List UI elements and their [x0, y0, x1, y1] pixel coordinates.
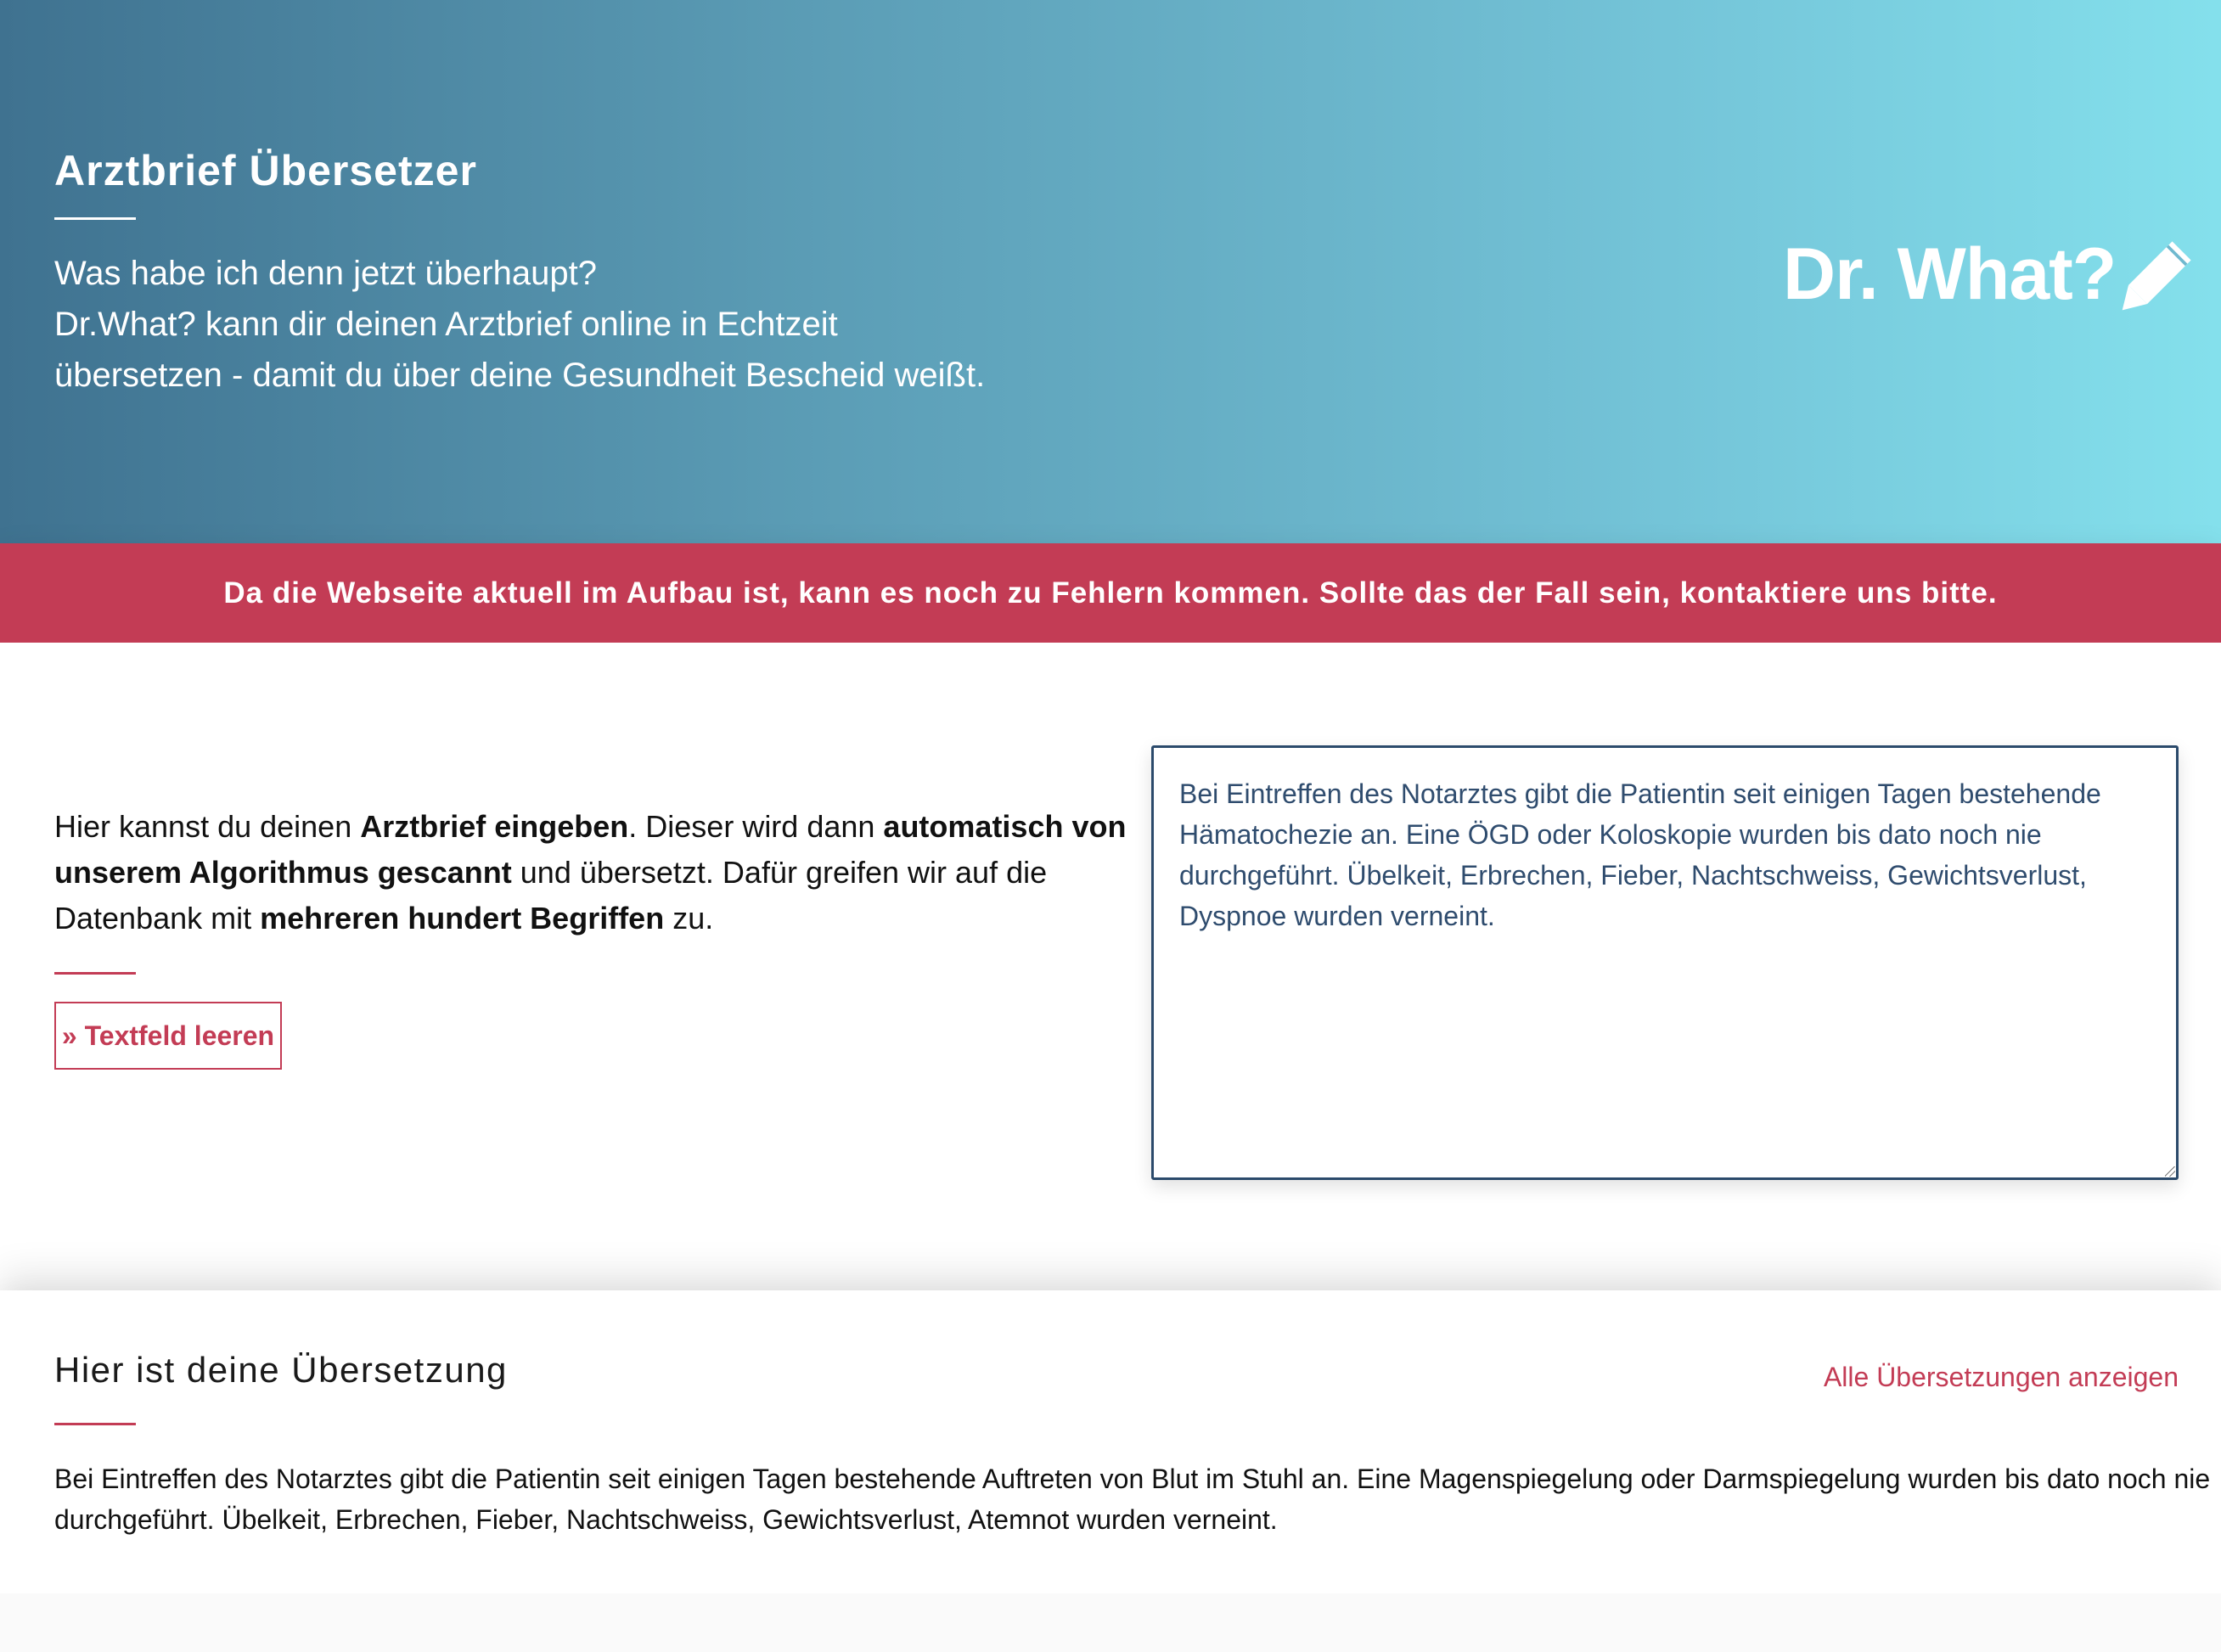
hero-line: Was habe ich denn jetzt überhaupt? — [54, 255, 597, 292]
translation-line: durchgeführt. Übelkeit, Erbrechen, Fiebe… — [54, 1504, 1278, 1535]
title-underline — [54, 217, 136, 220]
arztbrief-input[interactable]: Bei Eintreffen des Notarztes gibt die Pa… — [1151, 745, 2179, 1180]
pencil-icon — [2119, 235, 2197, 313]
warning-banner-text: Da die Webseite aktuell im Aufbau ist, k… — [223, 576, 1998, 610]
intro-text-segment: zu. — [664, 901, 714, 936]
intro-text-bold: automatisch von — [883, 809, 1127, 844]
intro-text: Hier kannst du deinen Arztbrief eingeben… — [54, 804, 1126, 941]
intro-line: Hier kannst du deinen Arztbrief eingeben… — [54, 804, 1126, 850]
hero-header: Arztbrief Übersetzer Was habe ich denn j… — [0, 0, 2221, 543]
textarea-resize-handle[interactable] — [2165, 1166, 2175, 1177]
translation-divider — [54, 1423, 136, 1425]
intro-line: unserem Algorithmus gescannt und überset… — [54, 850, 1107, 896]
warning-banner: Da die Webseite aktuell im Aufbau ist, k… — [0, 543, 2221, 643]
all-translations-link[interactable]: Alle Übersetzungen anzeigen — [1824, 1362, 2179, 1393]
hero-line: übersetzen - damit du über deine Gesundh… — [54, 357, 986, 394]
translation-output: Bei Eintreffen des Notarztes gibt die Pa… — [54, 1458, 2211, 1540]
logo[interactable]: Dr. What? — [1783, 228, 2197, 321]
intro-divider — [54, 972, 136, 975]
intro-text-bold: mehreren hundert Begriffen — [260, 901, 665, 936]
input-section: Hier kannst du deinen Arztbrief eingeben… — [0, 643, 2221, 1290]
translation-line: Bei Eintreffen des Notarztes gibt die Pa… — [54, 1464, 2211, 1494]
translation-title: Hier ist deine Übersetzung — [54, 1350, 508, 1390]
page-bottom — [0, 1593, 2221, 1652]
intro-text-bold: Arztbrief eingeben — [360, 809, 629, 844]
clear-textfield-button[interactable]: » Textfeld leeren — [54, 1002, 282, 1070]
hero-description: Was habe ich denn jetzt überhaupt? Dr.Wh… — [54, 248, 1073, 401]
intro-line: Datenbank mit mehreren hundert Begriffen… — [54, 896, 1107, 941]
hero-line: Dr.What? kann dir deinen Arztbrief onlin… — [54, 306, 838, 343]
logo-text: Dr. What? — [1783, 233, 2117, 315]
page-title: Arztbrief Übersetzer — [54, 147, 477, 194]
intro-text-segment: . Dieser wird dann — [628, 809, 884, 844]
intro-text-segment: Datenbank mit — [54, 901, 261, 936]
intro-text-bold: unserem Algorithmus gescannt — [54, 855, 512, 890]
intro-text-segment: Hier kannst du deinen — [54, 809, 361, 844]
translation-section: Hier ist deine Übersetzung Alle Übersetz… — [0, 1290, 2221, 1593]
intro-text-segment: und übersetzt. Dafür greifen wir auf die — [511, 855, 1048, 890]
